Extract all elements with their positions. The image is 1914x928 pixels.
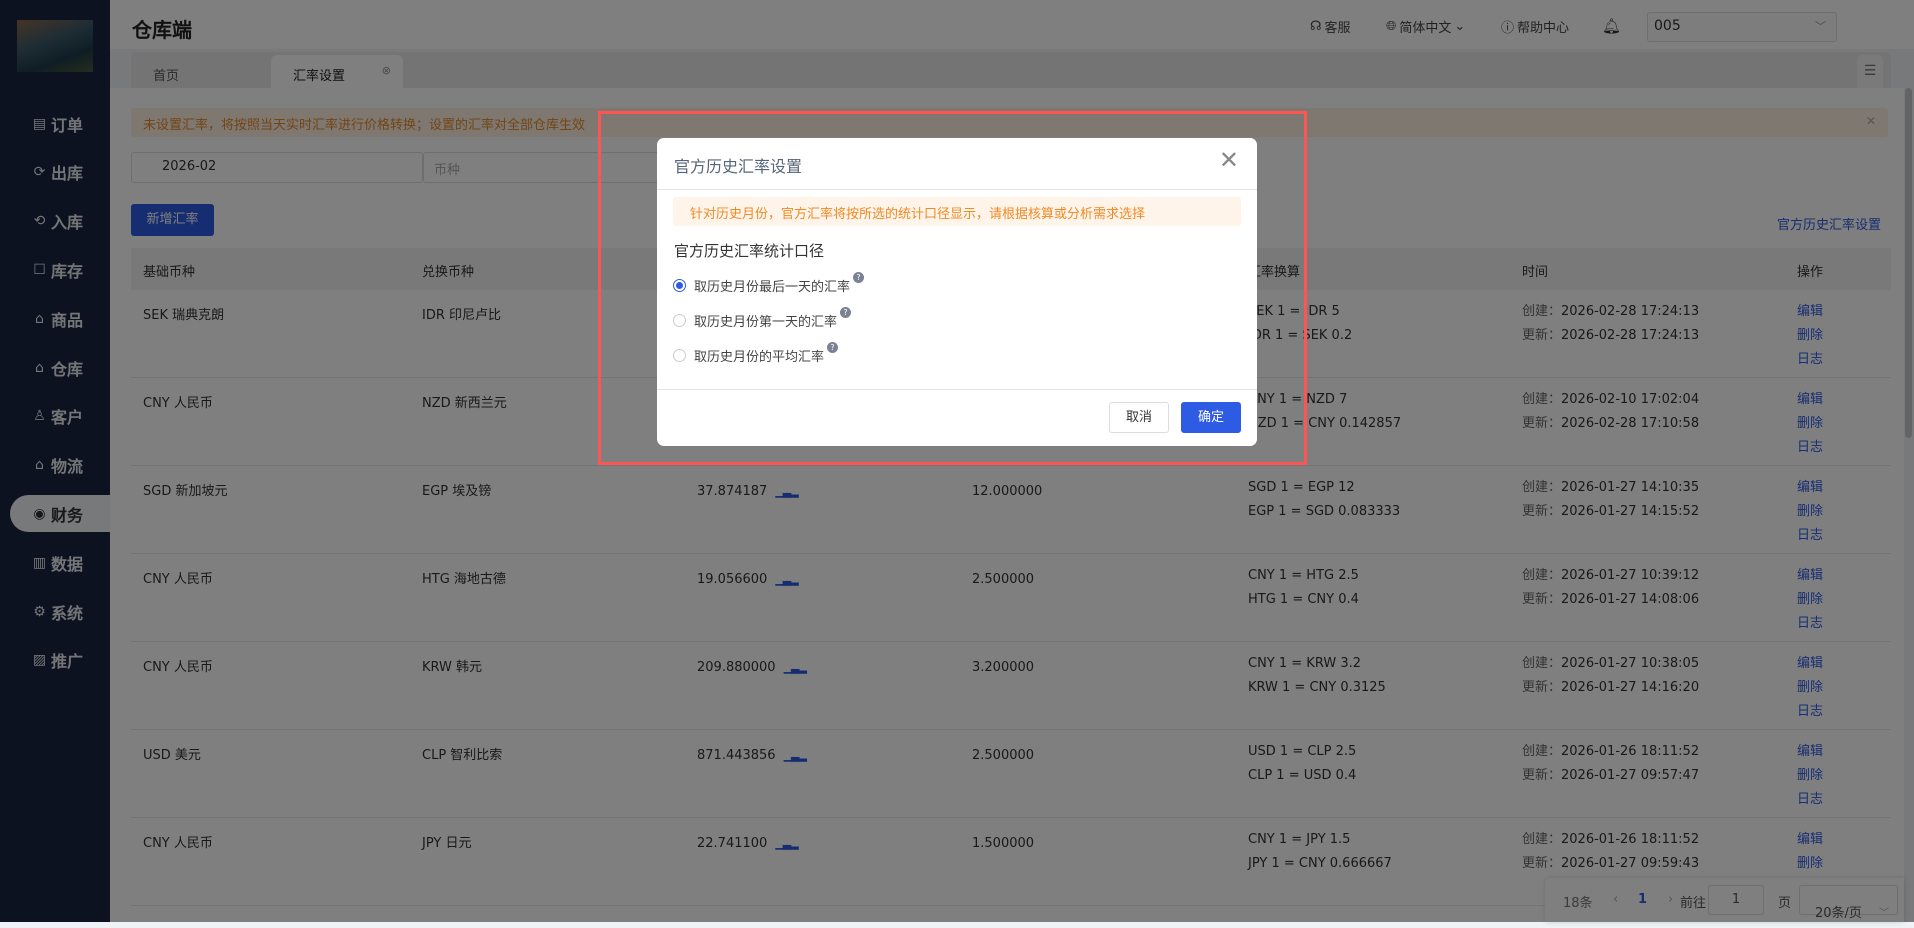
highlight-box (598, 111, 1307, 465)
